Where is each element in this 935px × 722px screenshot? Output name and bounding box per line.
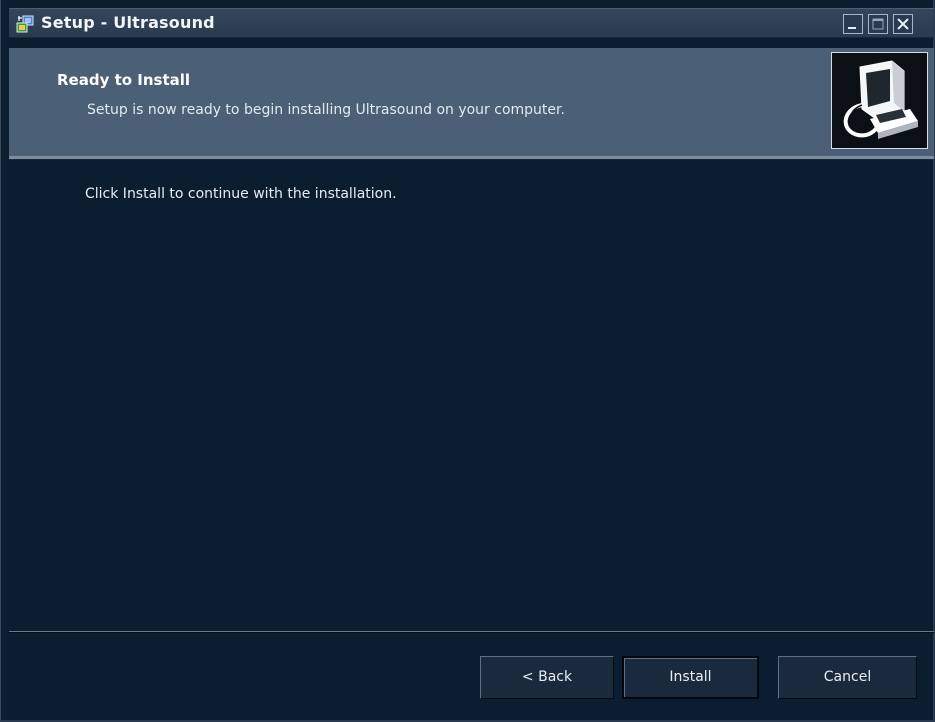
- page-title: Ready to Install: [57, 71, 191, 89]
- cancel-button[interactable]: Cancel: [778, 656, 917, 699]
- computer-install-icon: [831, 52, 928, 149]
- install-button[interactable]: Install: [622, 656, 759, 699]
- setup-window: Setup - Ultrasound Ready to Install Setu…: [0, 0, 935, 722]
- window-title: Setup - Ultrasound: [41, 13, 215, 32]
- title-bar[interactable]: Setup - Ultrasound: [9, 8, 934, 38]
- installer-icon: [15, 14, 35, 34]
- maximize-icon: [872, 18, 884, 30]
- footer-divider: [9, 631, 934, 633]
- header-divider: [9, 156, 934, 160]
- wizard-header: Ready to Install Setup is now ready to b…: [9, 48, 934, 156]
- page-subtitle: Setup is now ready to begin installing U…: [87, 102, 565, 118]
- minimize-icon: [848, 27, 856, 29]
- minimize-button[interactable]: [843, 14, 863, 34]
- close-icon: [897, 18, 909, 30]
- instruction-text: Click Install to continue with the insta…: [85, 186, 397, 202]
- maximize-button[interactable]: [868, 14, 888, 34]
- back-button[interactable]: < Back: [480, 656, 614, 699]
- close-button[interactable]: [893, 14, 913, 34]
